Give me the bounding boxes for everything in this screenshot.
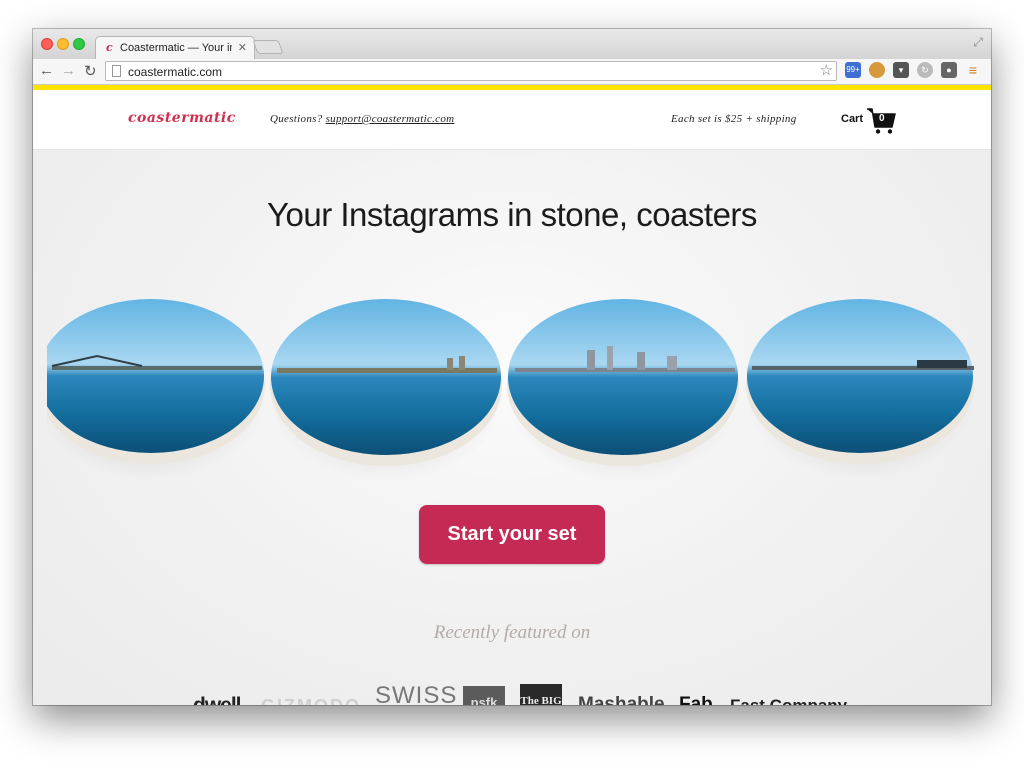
- press-logo-psfk[interactable]: psfk: [463, 686, 505, 705]
- coastermatic-logo[interactable]: coastermatic: [128, 110, 236, 126]
- coastermatic-favicon-icon: c: [106, 41, 113, 54]
- site-header: coastermatic Questions? support@coasterm…: [33, 90, 991, 150]
- press-logo-fast-company[interactable]: Fast Company: [730, 696, 847, 705]
- cookie-extension-icon[interactable]: [869, 62, 885, 78]
- page-icon: [112, 65, 121, 77]
- press-logos: dwell GIZMODO SWISS psfk The BIG Mashabl…: [33, 682, 991, 705]
- price-text: Each set is $25 + shipping: [671, 113, 797, 125]
- recently-featured-label: Recently featured on: [433, 622, 591, 643]
- press-logo-gizmodo[interactable]: GIZMODO: [261, 696, 361, 705]
- back-arrow-icon[interactable]: ←: [39, 62, 54, 79]
- coaster-4: [744, 299, 976, 480]
- press-logo-the-big[interactable]: The BIG: [520, 684, 562, 705]
- fullscreen-icon[interactable]: ⤢: [973, 35, 983, 50]
- coasters-photo: [47, 299, 976, 482]
- new-tab-button[interactable]: [252, 40, 284, 54]
- coaster-3: [505, 299, 741, 482]
- questions-line: Questions? support@coastermatic.com: [270, 113, 454, 125]
- extension-badge-icon[interactable]: 99+: [845, 62, 861, 78]
- url-text: coastermatic.com: [128, 65, 223, 79]
- tab-close-icon[interactable]: ✕: [238, 41, 247, 54]
- browser-tab[interactable]: c Coastermatic — Your insta ✕: [95, 36, 255, 60]
- menu-icon[interactable]: ≡: [965, 62, 981, 78]
- window-minimize-button[interactable]: [57, 38, 69, 50]
- bookmark-star-icon[interactable]: ☆: [820, 61, 833, 79]
- cart-count: 0: [879, 113, 885, 124]
- press-logo-dwell[interactable]: dwell: [193, 694, 242, 705]
- browser-window: c Coastermatic — Your insta ✕ ⤢ ← → ↻ co…: [33, 29, 991, 705]
- address-bar[interactable]: coastermatic.com ☆: [105, 61, 837, 81]
- browser-toolbar: ← → ↻ coastermatic.com ☆ 99+ ▾ ↻ ● ≡: [33, 59, 991, 85]
- tab-bar: c Coastermatic — Your insta ✕ ⤢: [33, 29, 991, 60]
- pocket-extension-icon[interactable]: ▾: [893, 62, 909, 78]
- window-maximize-button[interactable]: [73, 38, 85, 50]
- press-logo-mashable[interactable]: Mashable: [578, 694, 665, 705]
- window-close-button[interactable]: [41, 38, 53, 50]
- reload-icon[interactable]: ↻: [84, 62, 97, 80]
- password-extension-icon[interactable]: ●: [941, 62, 957, 78]
- extension-badge-count: 99+: [846, 65, 860, 74]
- hero-headline: Your Instagrams in stone, coasters: [267, 196, 757, 233]
- start-your-set-button[interactable]: Start your set: [419, 505, 605, 564]
- support-email-link[interactable]: support@coastermatic.com: [326, 113, 455, 125]
- cart-label: Cart: [841, 113, 864, 125]
- sync-extension-icon[interactable]: ↻: [917, 62, 933, 78]
- hero-section: Your Instagrams in stone, coasters Start…: [33, 150, 991, 705]
- press-logo-swiss[interactable]: SWISS: [375, 682, 457, 705]
- questions-label: Questions?: [270, 113, 323, 125]
- forward-arrow-icon[interactable]: →: [61, 62, 76, 79]
- coaster-1: [47, 299, 267, 480]
- coaster-2: [268, 299, 504, 482]
- tab-title: Coastermatic — Your insta: [120, 42, 232, 54]
- press-logo-fab[interactable]: Fab: [679, 694, 713, 705]
